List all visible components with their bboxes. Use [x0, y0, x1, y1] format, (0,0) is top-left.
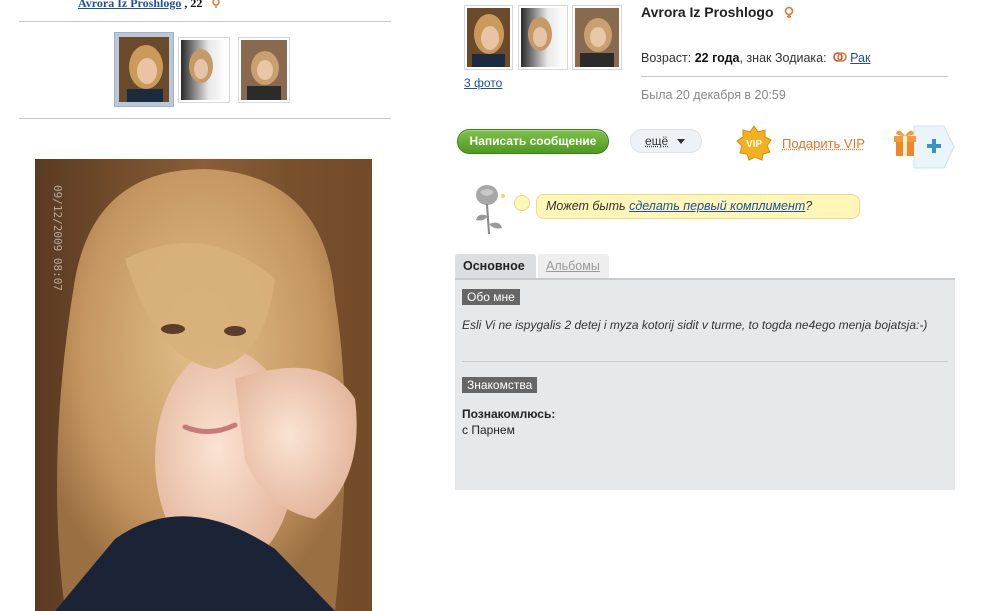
more-label: ещё	[645, 134, 669, 148]
compliment-suffix: ?	[805, 199, 813, 213]
write-message-button[interactable]: Написать сообщение	[457, 129, 609, 154]
header-photo-2[interactable]	[518, 5, 568, 70]
thumbnail-3[interactable]	[238, 37, 290, 103]
cancer-zodiac-icon	[833, 50, 847, 64]
about-heading: Обо мне	[462, 289, 520, 305]
speech-bubble-tail	[514, 195, 530, 211]
tab-main[interactable]: Основное	[455, 254, 536, 279]
last-seen-status: Была 20 декабря в 20:59	[641, 88, 786, 102]
profile-divider	[641, 76, 948, 77]
profile-name: Avrora Iz Proshlogo	[641, 4, 795, 21]
tab-albums[interactable]: Альбомы	[538, 254, 609, 279]
dating-heading: Знакомства	[462, 377, 538, 393]
rose-icon	[470, 182, 508, 241]
vip-badge-icon[interactable]: VIP	[736, 125, 772, 166]
panel-divider	[462, 361, 948, 362]
age-value: 22 года	[694, 51, 740, 65]
divider-bottom	[19, 118, 391, 119]
thumbnail-1[interactable]	[114, 32, 174, 107]
gift-vip-link[interactable]: Подарить VIP	[782, 136, 865, 151]
about-text: Esli Vi ne ispygalis 2 detej i myza koto…	[462, 318, 928, 332]
top-name-row: Avrora Iz Proshlogo , 22	[78, 0, 221, 12]
age-label: Возраст:	[641, 51, 695, 65]
more-dropdown-button[interactable]: ещё	[630, 129, 702, 153]
female-sign-icon	[211, 0, 221, 12]
female-sign-icon	[783, 5, 795, 21]
header-photo-1[interactable]	[464, 5, 513, 70]
top-age: , 22	[181, 0, 203, 10]
top-name-link[interactable]: Avrora Iz Proshlogo	[78, 0, 181, 10]
zodiac-link[interactable]: Рак	[850, 51, 870, 65]
age-zodiac-line: Возраст: 22 года, знак Зодиака: Рак	[641, 50, 870, 65]
profile-name-text: Avrora Iz Proshlogo	[641, 4, 774, 20]
divider-top	[19, 21, 391, 22]
dating-value: с Парнем	[462, 423, 515, 437]
first-compliment-link[interactable]: сделать первый комплимент	[629, 199, 805, 213]
compliment-prefix: Может быть	[546, 199, 630, 213]
zodiac-label: , знак Зодиака:	[739, 51, 827, 65]
photos-count-link[interactable]: 3 фото	[464, 76, 502, 90]
gift-plus-icon[interactable]	[892, 122, 956, 177]
photo-date-stamp: 09/12/2009 08:07	[51, 185, 64, 291]
vip-badge-text: VIP	[746, 139, 762, 150]
dating-label: Познакомлюсь:	[462, 407, 556, 421]
header-photo-3[interactable]	[572, 5, 622, 70]
compliment-bubble: Может быть сделать первый комплимент?	[536, 194, 860, 219]
chevron-down-icon	[677, 139, 685, 144]
thumbnail-2[interactable]	[178, 37, 230, 103]
main-profile-photo[interactable]	[35, 159, 372, 611]
